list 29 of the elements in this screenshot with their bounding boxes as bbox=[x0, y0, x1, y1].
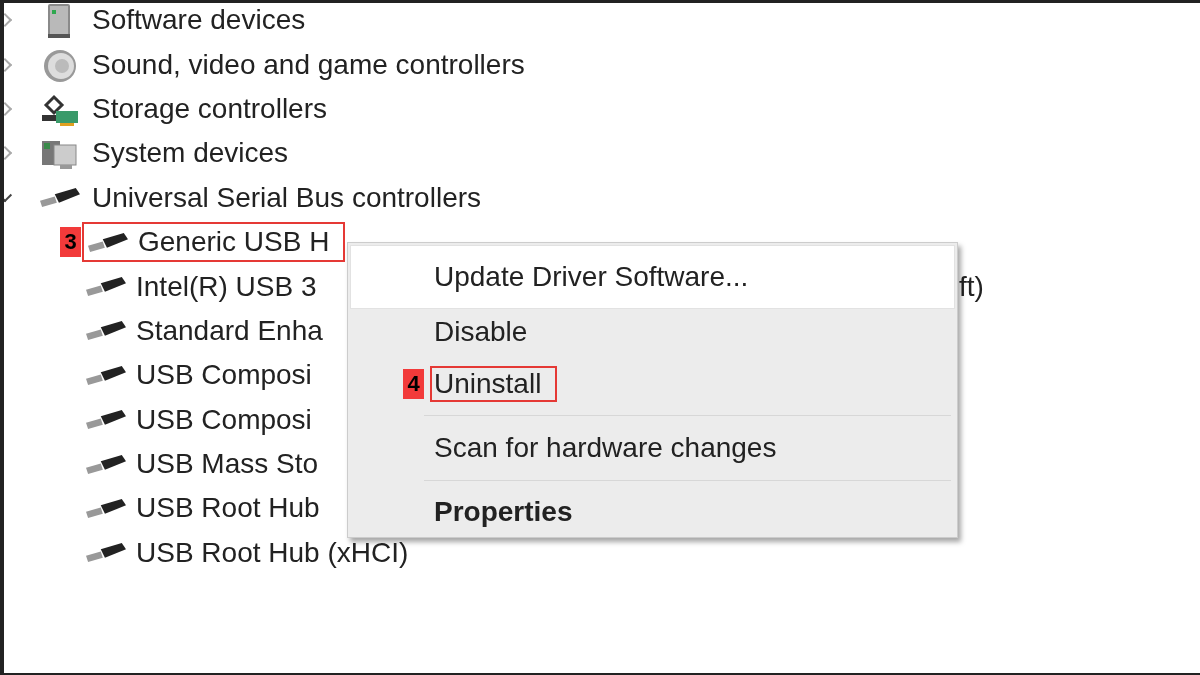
usb-plug-icon bbox=[86, 410, 126, 430]
tree-item-text: ft) bbox=[959, 270, 984, 303]
collapsed-chevron-icon[interactable] bbox=[4, 101, 13, 117]
highlight-box[interactable]: Uninstall bbox=[430, 366, 558, 402]
usb-plug-icon bbox=[86, 499, 126, 518]
tree-item[interactable]: Standard Enha bbox=[136, 314, 323, 347]
tree-item[interactable]: System devices bbox=[92, 137, 289, 170]
step-badge: 4 bbox=[403, 369, 424, 399]
tree-item[interactable]: USB Root Hub bbox=[136, 492, 320, 525]
tree-item[interactable]: Intel(R) USB 3 bbox=[136, 270, 317, 303]
usb-plug-icon bbox=[86, 277, 126, 297]
usb-plug-icon bbox=[88, 232, 128, 252]
tree-item[interactable]: Universal Serial Bus controllers bbox=[92, 181, 482, 214]
tree-item[interactable]: USB Composi bbox=[136, 359, 312, 392]
menu-item[interactable]: Update Driver Software... bbox=[350, 245, 955, 309]
tree-item[interactable]: USB Composi bbox=[136, 403, 312, 436]
usb-plug-icon bbox=[86, 454, 126, 474]
tree-item[interactable]: Generic USB H bbox=[138, 226, 330, 259]
tree-item[interactable]: USB Mass Sto bbox=[136, 448, 319, 481]
menu-item[interactable]: Scan for hardware changes bbox=[350, 418, 955, 478]
step-badge: 3 bbox=[60, 227, 81, 258]
usb-plug-icon bbox=[86, 543, 126, 563]
tree-item[interactable]: Software devices bbox=[92, 4, 306, 37]
tree-item[interactable]: Sound, video and game controllers bbox=[92, 48, 525, 81]
menu-item[interactable]: Disable bbox=[350, 309, 955, 355]
usb-plug-icon bbox=[40, 188, 80, 208]
tree-item[interactable]: Storage controllers bbox=[92, 92, 327, 125]
usb-plug-icon bbox=[86, 321, 126, 341]
usb-plug-icon bbox=[86, 365, 126, 385]
